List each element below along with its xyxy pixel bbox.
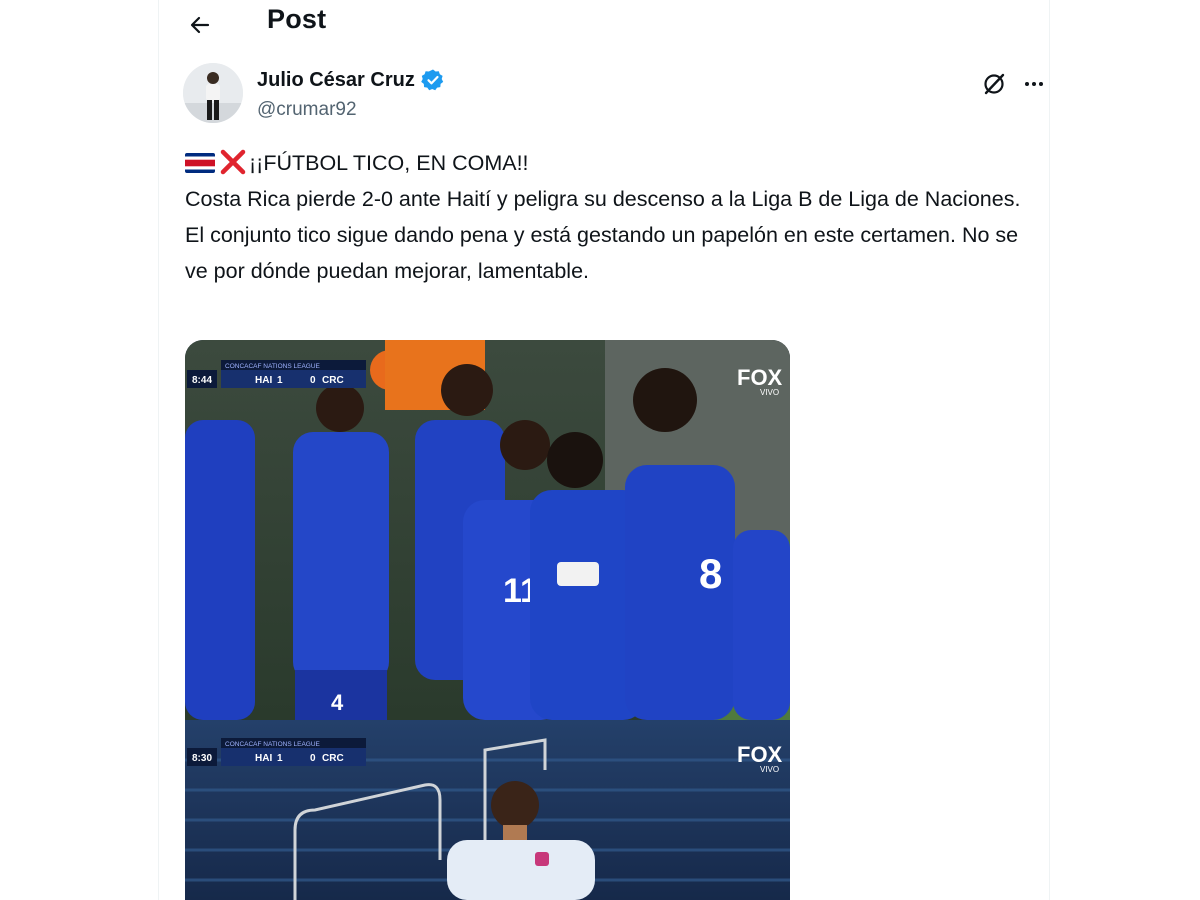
post-text: ¡¡FÚTBOL TICO, EN COMA!! Costa Rica pier… — [185, 145, 1035, 289]
avatar-image — [183, 63, 243, 123]
svg-text:0: 0 — [310, 375, 316, 386]
svg-text:8:44: 8:44 — [192, 375, 212, 386]
post-column: Post Julio César Cruz @crumar92 ¡¡FÚTBOL… — [158, 0, 1050, 900]
more-button[interactable] — [1019, 69, 1049, 99]
post-headline: ¡¡FÚTBOL TICO, EN COMA!! — [249, 151, 529, 175]
media-image-1[interactable]: 11 8 4 8:44 CONCACAF NATIONS LEAGUE HAI … — [185, 340, 790, 900]
post-headline-line: ¡¡FÚTBOL TICO, EN COMA!! — [185, 145, 1035, 181]
svg-text:0: 0 — [310, 753, 316, 764]
verified-badge-icon — [421, 69, 444, 91]
costa-rica-flag-icon — [185, 153, 215, 173]
back-button[interactable] — [181, 6, 219, 44]
avatar[interactable] — [183, 63, 243, 123]
post-body: Costa Rica pierde 2-0 ante Haití y pelig… — [185, 187, 1021, 283]
media-image-2[interactable]: 8:30 CONCACAF NATIONS LEAGUE HAI 1 0 CRC… — [185, 720, 790, 900]
svg-text:HAI: HAI — [255, 753, 272, 764]
svg-text:CONCACAF NATIONS LEAGUE: CONCACAF NATIONS LEAGUE — [225, 363, 321, 370]
svg-text:1: 1 — [277, 375, 283, 386]
svg-text:HAI: HAI — [255, 375, 272, 386]
svg-text:CONCACAF NATIONS LEAGUE: CONCACAF NATIONS LEAGUE — [225, 741, 321, 748]
display-name[interactable]: Julio César Cruz — [257, 69, 415, 92]
grok-icon — [984, 73, 1005, 95]
svg-text:8: 8 — [699, 550, 722, 597]
svg-text:CRC: CRC — [322, 375, 344, 386]
back-arrow-icon — [190, 16, 210, 34]
more-icon — [1025, 82, 1043, 86]
grok-button[interactable] — [979, 69, 1009, 99]
name-row: Julio César Cruz — [257, 68, 445, 92]
top-bar: Post — [159, 0, 1049, 50]
svg-text:FOX: FOX — [737, 742, 783, 767]
svg-text:VIVO: VIVO — [760, 765, 779, 774]
cross-mark-icon — [220, 149, 246, 175]
media-container[interactable]: 11 8 4 8:44 CONCACAF NATIONS LEAGUE HAI … — [185, 340, 790, 900]
svg-text:4: 4 — [331, 690, 344, 715]
svg-text:FOX: FOX — [737, 365, 783, 390]
svg-text:CRC: CRC — [322, 753, 344, 764]
svg-text:8:30: 8:30 — [192, 753, 212, 764]
handle[interactable]: @crumar92 — [257, 99, 357, 121]
svg-text:1: 1 — [277, 753, 283, 764]
svg-text:VIVO: VIVO — [760, 388, 779, 397]
post-header: Julio César Cruz @crumar92 — [183, 63, 1043, 125]
page-title: Post — [267, 4, 327, 34]
